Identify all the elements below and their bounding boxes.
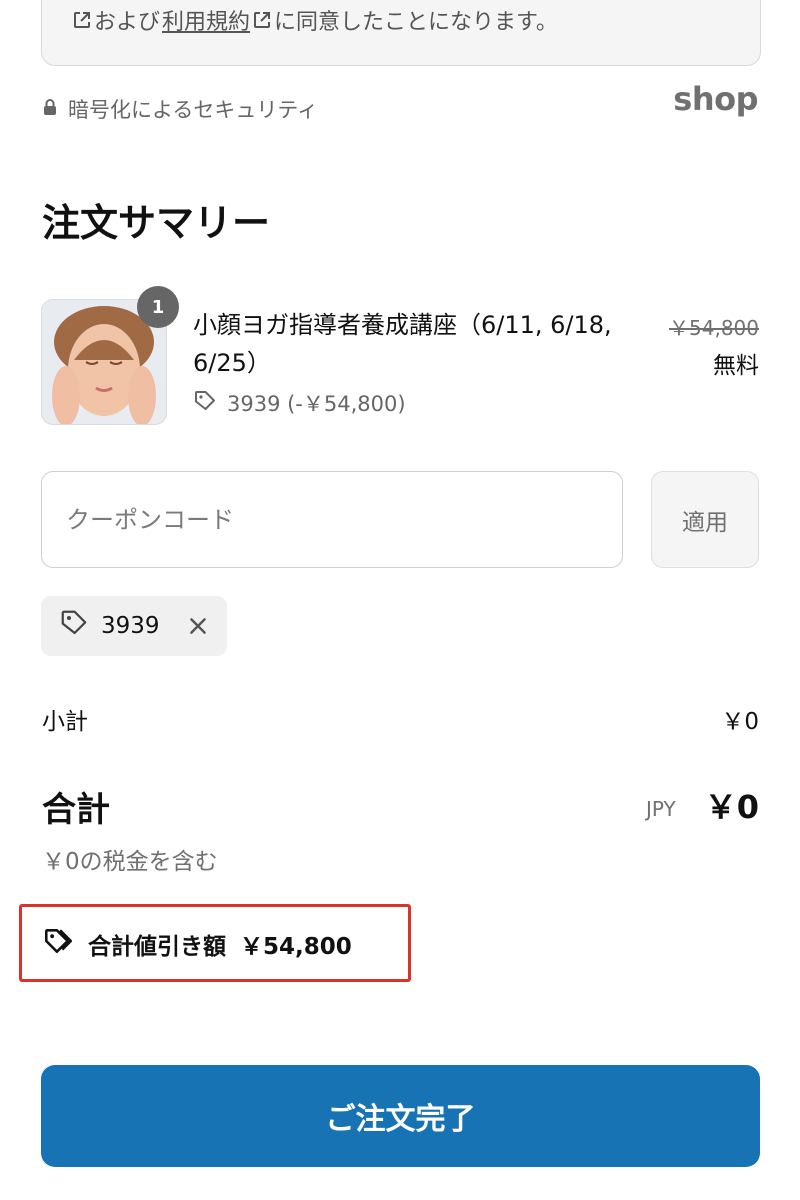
order-summary-title: 注文サマリー <box>42 201 271 245</box>
tag-icon <box>193 389 217 418</box>
apply-coupon-button[interactable]: 適用 <box>651 471 759 568</box>
product-discount-code: 3939 (-￥54,800) <box>227 392 406 416</box>
shop-logo: shop <box>673 80 758 118</box>
total-currency: JPY <box>646 797 676 821</box>
applied-coupon-code: 3939 <box>101 613 160 639</box>
total-discount-row: 合計値引き額 ￥54,800 <box>42 925 352 963</box>
subtotal-value: ￥0 <box>721 709 759 735</box>
external-link-icon[interactable] <box>72 10 92 30</box>
security-note: 暗号化によるセキュリティ <box>42 94 318 124</box>
product-discount-line: 3939 (-￥54,800) <box>193 388 406 418</box>
external-link-icon[interactable] <box>252 10 272 30</box>
original-price: ￥54,800 <box>669 316 759 340</box>
security-label: 暗号化によるセキュリティ <box>68 98 319 122</box>
total-value: ￥0 <box>704 788 759 826</box>
tags-icon <box>42 925 74 963</box>
total-label: 合計 <box>42 790 110 830</box>
tax-note: ￥0の税金を含む <box>42 849 218 875</box>
consent-prefix: および <box>94 10 161 35</box>
complete-order-button[interactable]: ご注文完了 <box>41 1065 760 1167</box>
quantity-badge: 1 <box>137 286 179 328</box>
tag-icon <box>59 608 89 644</box>
consent-text: および 利用規約 に同意したことになります。 <box>72 4 558 36</box>
applied-coupon-chip: 3939 <box>41 596 227 656</box>
close-icon[interactable] <box>187 615 209 637</box>
product-price: 無料 <box>713 353 759 379</box>
product-name: 小顔ヨガ指導者養成講座（6/11, 6/18, 6/25） <box>193 311 612 377</box>
subtotal-label: 小計 <box>42 709 88 735</box>
total-discount-value: ￥54,800 <box>240 934 352 960</box>
terms-link[interactable]: 利用規約 <box>162 4 250 36</box>
lock-icon <box>42 97 58 121</box>
coupon-code-input[interactable] <box>41 471 623 568</box>
consent-suffix: に同意したことになります。 <box>274 10 558 35</box>
total-discount-label: 合計値引き額 <box>88 934 226 960</box>
